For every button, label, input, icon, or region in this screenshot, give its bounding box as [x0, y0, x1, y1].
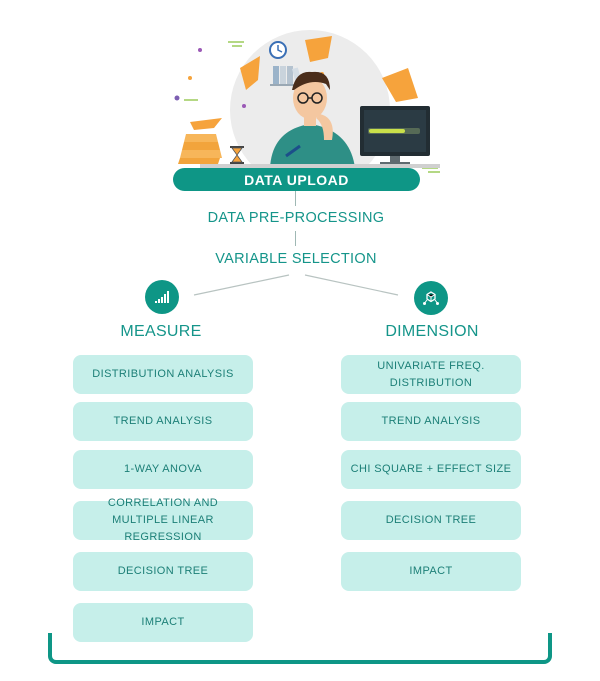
dimension-item-univariate-freq: UNIVARIATE FREQ. DISTRIBUTION [341, 355, 521, 394]
measure-item-decision-tree: DECISION TREE [73, 552, 253, 591]
measure-item-trend-analysis: TREND ANALYSIS [73, 402, 253, 441]
measure-item-distribution-analysis: DISTRIBUTION ANALYSIS [73, 355, 253, 394]
bottom-frame [48, 634, 552, 664]
measure-item-one-way-anova: 1-WAY ANOVA [73, 450, 253, 489]
dimension-item-trend-analysis: TREND ANALYSIS [341, 402, 521, 441]
measure-icon-circle [145, 280, 179, 314]
measure-item-correlation-regression: CORRELATION AND MULTIPLE LINEAR REGRESSI… [73, 497, 253, 543]
frame-cap-right [548, 633, 552, 643]
dimension-icon-circle [414, 281, 448, 315]
dimension-item-impact: IMPACT [341, 552, 521, 591]
dimension-title: DIMENSION [385, 323, 479, 340]
measure-title: MEASURE [120, 323, 202, 340]
bar-chart-icon [155, 291, 169, 303]
frame-cap-left [48, 633, 52, 643]
dimension-item-chi-square: CHI SQUARE + EFFECT SIZE [341, 450, 521, 489]
dimension-item-decision-tree: DECISION TREE [341, 501, 521, 540]
cube-network-icon [423, 291, 439, 305]
